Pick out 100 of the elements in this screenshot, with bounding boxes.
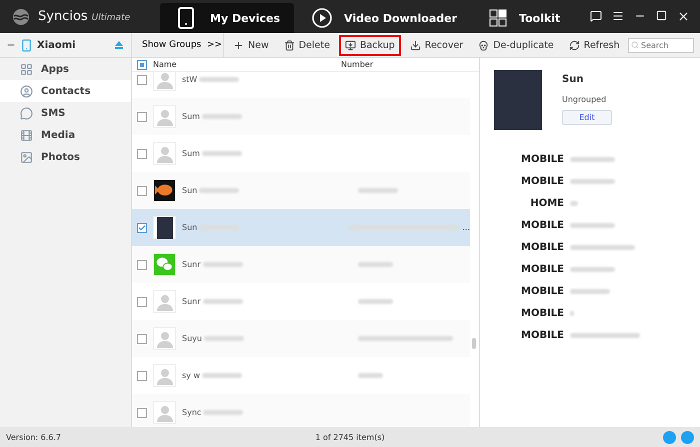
contact-name: Sun bbox=[182, 223, 198, 232]
fish-icon bbox=[154, 179, 175, 202]
grid-icon bbox=[489, 9, 508, 27]
field-label: MOBILE bbox=[520, 242, 564, 252]
app-name: Syncios bbox=[38, 9, 88, 24]
column-header[interactable]: Number bbox=[335, 60, 455, 69]
field-label: MOBILE bbox=[520, 154, 564, 164]
field-label: MOBILE bbox=[520, 264, 564, 274]
blurred-value bbox=[570, 288, 610, 294]
blurred-text bbox=[202, 262, 243, 267]
blurred-number bbox=[358, 373, 383, 378]
refresh-icon bbox=[568, 40, 580, 50]
row-checkbox[interactable] bbox=[137, 112, 147, 122]
blurred-text bbox=[199, 77, 240, 82]
photo-placeholder bbox=[494, 70, 542, 130]
device-name: Xiaomi bbox=[37, 40, 77, 50]
row-checkbox[interactable] bbox=[137, 74, 147, 84]
sidebar-item[interactable]: Contacts bbox=[0, 80, 131, 102]
nav-tab-label: Toolkit bbox=[519, 12, 560, 24]
row-checkbox[interactable] bbox=[137, 370, 147, 380]
field-label: MOBILE bbox=[520, 176, 564, 186]
contact-row[interactable]: Sun bbox=[132, 172, 470, 209]
row-checkbox[interactable] bbox=[137, 296, 147, 306]
person-silhouette-icon bbox=[156, 404, 174, 422]
person-silhouette-icon bbox=[156, 108, 174, 126]
contact-group: Ungrouped bbox=[562, 95, 612, 104]
row-checkbox[interactable] bbox=[137, 334, 147, 344]
film-icon bbox=[20, 128, 33, 142]
blurred-value bbox=[570, 200, 578, 206]
person-silhouette-icon bbox=[156, 330, 174, 348]
blurred-text bbox=[202, 114, 242, 119]
person-silhouette-icon bbox=[156, 72, 174, 88]
user-circle-icon bbox=[20, 84, 33, 98]
contact-name: Sun bbox=[182, 186, 198, 195]
item-count: 1 of 2745 item(s) bbox=[314, 432, 386, 442]
field-label: MOBILE bbox=[520, 330, 564, 340]
toolbar-button[interactable]: Recover bbox=[404, 34, 470, 56]
toolbar-button[interactable]: Refresh bbox=[562, 34, 626, 56]
row-checkbox[interactable] bbox=[137, 222, 147, 232]
eject-icon[interactable] bbox=[115, 41, 123, 49]
close-icon[interactable] bbox=[677, 10, 690, 23]
row-checkbox[interactable] bbox=[137, 260, 147, 270]
plus-icon bbox=[233, 40, 244, 50]
nav-tab[interactable]: My Devices bbox=[160, 3, 294, 33]
blurred-number bbox=[358, 299, 393, 304]
contact-row[interactable]: Sum bbox=[132, 98, 470, 135]
logo-icon bbox=[12, 8, 30, 26]
toolbar-button[interactable]: Delete bbox=[278, 34, 336, 56]
blurred-text bbox=[202, 151, 242, 156]
select-all-checkbox[interactable] bbox=[137, 60, 147, 70]
field-label: HOME bbox=[529, 198, 564, 208]
photo-placeholder bbox=[156, 216, 172, 238]
sidebar-item[interactable]: Apps bbox=[0, 58, 131, 80]
blurred-value bbox=[570, 156, 615, 162]
sidebar-item[interactable]: Photos bbox=[0, 146, 131, 168]
maximize-icon[interactable] bbox=[656, 10, 667, 21]
nav-tab[interactable]: Video Downloader bbox=[298, 3, 472, 33]
nav-tab-label: Video Downloader bbox=[344, 12, 458, 24]
blurred-text bbox=[202, 373, 242, 378]
contact-name: Sunr bbox=[182, 297, 201, 306]
row-checkbox[interactable] bbox=[137, 148, 147, 158]
ellipsis-text: ... bbox=[462, 223, 470, 232]
sidebar-item[interactable]: SMS bbox=[0, 102, 131, 124]
search-icon bbox=[631, 40, 639, 48]
person-silhouette-icon bbox=[156, 292, 174, 310]
apps-grid-icon bbox=[20, 62, 33, 76]
chat-bubbles-icon bbox=[154, 253, 175, 276]
person-silhouette-icon bbox=[156, 366, 174, 384]
contact-name: Sun bbox=[562, 74, 584, 85]
field-label: MOBILE bbox=[520, 220, 564, 230]
contact-row[interactable]: Suyu bbox=[132, 320, 470, 357]
person-silhouette-icon bbox=[156, 144, 174, 162]
chat-icon[interactable] bbox=[590, 10, 602, 22]
contact-name: Sum bbox=[182, 112, 200, 121]
nav-tab[interactable]: Toolkit bbox=[475, 3, 574, 33]
column-header[interactable]: Name bbox=[147, 60, 335, 69]
menu-icon[interactable] bbox=[612, 10, 624, 22]
toolbar-button[interactable]: De-duplicate bbox=[472, 34, 560, 56]
blurred-value bbox=[570, 244, 635, 250]
blurred-number bbox=[358, 188, 398, 193]
contact-name: Sum bbox=[182, 149, 200, 158]
contact-row[interactable]: Sync bbox=[132, 394, 470, 427]
toolbar-button[interactable]: New bbox=[227, 34, 275, 56]
show-groups-button[interactable]: Show Groups >> bbox=[132, 32, 224, 58]
download-icon bbox=[410, 40, 421, 50]
search-field[interactable]: Search bbox=[628, 38, 694, 52]
blurred-text bbox=[202, 299, 243, 304]
skull-icon bbox=[478, 40, 490, 50]
image-icon bbox=[20, 150, 33, 164]
row-checkbox[interactable] bbox=[137, 186, 147, 196]
blurred-text bbox=[203, 410, 244, 415]
contact-row[interactable]: Sunr bbox=[132, 246, 470, 283]
scrollbar-thumb[interactable] bbox=[472, 338, 476, 349]
version-text: Version: 6.6.7 bbox=[6, 432, 62, 442]
sidebar-item[interactable]: Media bbox=[0, 124, 131, 146]
row-checkbox[interactable] bbox=[137, 408, 147, 418]
toolbar-button[interactable]: Backup bbox=[338, 34, 401, 56]
edit-button[interactable]: Edit bbox=[562, 110, 612, 125]
contact-row[interactable]: Sun ... bbox=[132, 209, 470, 246]
contact-name: stW bbox=[182, 75, 198, 84]
